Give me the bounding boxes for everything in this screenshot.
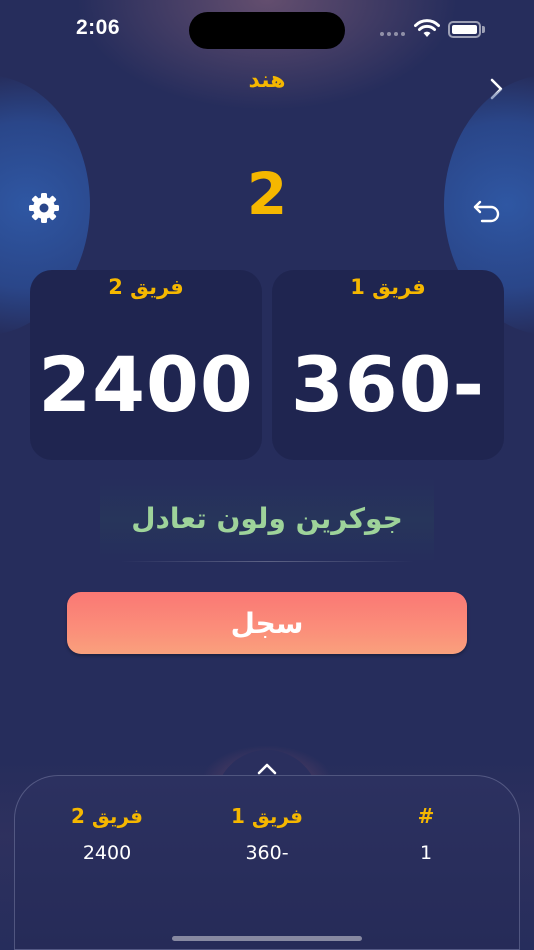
game-name: جوكرين ولون تعادل [131, 502, 403, 535]
history-cell-index: 1 [419, 842, 433, 864]
home-indicator[interactable] [172, 936, 362, 941]
team-2-label: فريق 2 [108, 275, 184, 299]
history-header-team-2: فريق 2 [71, 804, 143, 828]
chevron-up-icon[interactable] [255, 760, 279, 778]
battery-tip [482, 26, 485, 33]
history-header-team-1: فريق 1 [231, 804, 303, 828]
history-cell-team-2: 2400 [82, 842, 132, 864]
wifi-icon [414, 19, 440, 37]
team-1-label: فريق 1 [350, 275, 426, 299]
record-button[interactable]: سجل [67, 592, 467, 654]
page-title: هند [248, 68, 286, 93]
screen: 2:06 هند 2 فريق 2 فريق 1 2400 360- جوكري… [0, 0, 534, 950]
status-time: 2:06 [76, 16, 121, 39]
divider [120, 561, 414, 562]
history-header-index: # [417, 804, 435, 828]
history-cell-team-1: 360- [245, 842, 289, 864]
battery-icon [448, 21, 481, 38]
round-number: 2 [246, 160, 288, 228]
camera-notch [189, 12, 345, 49]
cellular-signal-icon [380, 32, 405, 36]
team-2-score: 2400 [38, 340, 254, 429]
team-1-score: 360- [290, 340, 486, 429]
